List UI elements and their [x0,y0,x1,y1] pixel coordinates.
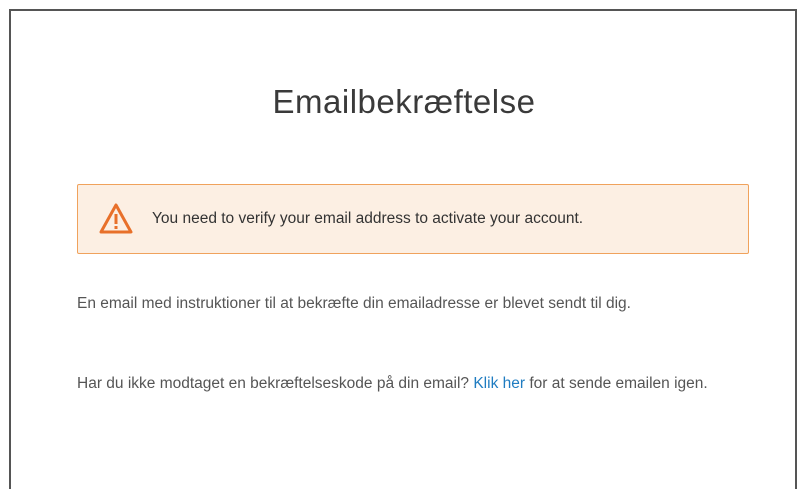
verification-panel: Emailbekræftelse You need to verify your… [9,9,797,489]
page-title: Emailbekræftelse [272,83,536,120]
warning-alert: You need to verify your email address to… [77,184,749,254]
warning-triangle-icon [99,203,133,234]
resend-prefix: Har du ikke modtaget en bekræftelseskode… [77,375,474,392]
email-sent-text: En email med instruktioner til at bekræf… [77,295,631,312]
alert-message: You need to verify your email address to… [152,210,584,227]
resend-suffix: for at sende emailen igen. [525,375,708,392]
resend-link[interactable]: Klik her [473,375,525,392]
resend-paragraph: Har du ikke modtaget en bekræftelseskode… [77,369,757,399]
